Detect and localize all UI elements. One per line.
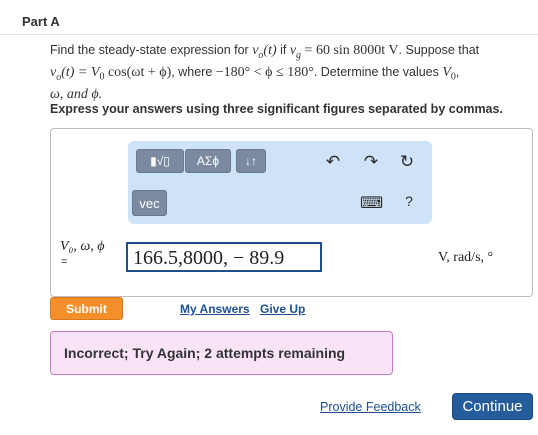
header-divider [0, 34, 538, 35]
feedback-message: Incorrect; Try Again; 2 attempts remaini… [50, 331, 393, 375]
answer-variables: V₀, ω, ϕ [60, 239, 105, 254]
keyboard-icon[interactable]: ⌨ [360, 193, 383, 213]
my-answers-link[interactable]: My Answers [180, 302, 250, 316]
instructions: Express your answers using three signifi… [50, 102, 503, 116]
redo-icon[interactable]: ↷ [361, 152, 381, 172]
answer-units: V, rad/s, ° [438, 250, 494, 265]
part-title: Part A [22, 14, 60, 29]
vec-button[interactable]: vec [132, 190, 167, 216]
math-toolbar: ▮√▯ ΑΣϕ ↓↑ vec ↶ ↷ ↻ ⌨ ? [128, 141, 432, 224]
help-button[interactable]: ? [399, 193, 419, 209]
reset-icon[interactable]: ↻ [397, 152, 417, 172]
answer-input[interactable]: 166.5,8000, − 89.9 [126, 242, 322, 272]
provide-feedback-link[interactable]: Provide Feedback [320, 400, 421, 414]
give-up-link[interactable]: Give Up [260, 302, 305, 316]
sort-button[interactable]: ↓↑ [236, 149, 266, 173]
undo-icon[interactable]: ↶ [323, 152, 343, 172]
answer-equals: = [61, 256, 68, 268]
templates-button[interactable]: ▮√▯ [136, 149, 184, 173]
continue-button[interactable]: Continue [452, 393, 533, 420]
problem-statement: Find the steady-state expression for vo(… [50, 43, 480, 102]
submit-button[interactable]: Submit [50, 297, 123, 320]
greek-symbols-button[interactable]: ΑΣϕ [185, 149, 231, 173]
